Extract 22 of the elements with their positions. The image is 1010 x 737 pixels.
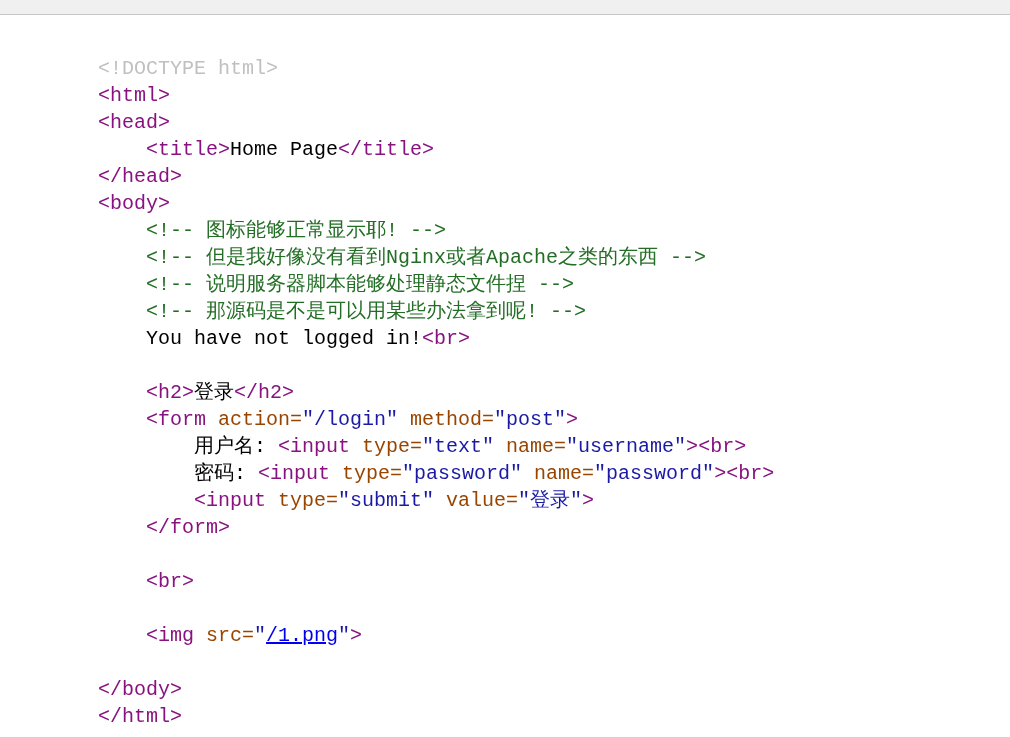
code-line: <!-- 图标能够正常显示耶! --> bbox=[146, 219, 447, 242]
code-line: <br> bbox=[146, 570, 194, 593]
code-line: <form action="/login" method="post"> bbox=[146, 408, 579, 431]
code-line: </head> bbox=[98, 165, 182, 188]
code-line: <h2>登录</h2> bbox=[146, 381, 295, 404]
code-line: <html> bbox=[98, 84, 170, 107]
code-line: <!-- 那源码是不是可以用某些办法拿到呢! --> bbox=[146, 300, 587, 323]
code-line: </body> bbox=[98, 678, 182, 701]
code-line: <input type="submit" value="登录"> bbox=[194, 489, 595, 512]
code-line: 密码: <input type="password" name="password"><br> bbox=[194, 462, 775, 485]
code-line: You have not logged in!<br> bbox=[146, 327, 471, 350]
code-line: </html> bbox=[98, 705, 182, 728]
source-link[interactable]: /1.png bbox=[266, 624, 339, 647]
code-line: 用户名: <input type="text" name="username"><br> bbox=[194, 435, 747, 458]
code-line: <!DOCTYPE html> bbox=[98, 57, 279, 80]
code-line: <body> bbox=[98, 192, 170, 215]
code-line: <img src="/1.png"> bbox=[146, 624, 363, 647]
code-line: <title>Home Page</title> bbox=[146, 138, 435, 161]
code-line: <!-- 说明服务器脚本能够处理静态文件捏 --> bbox=[146, 273, 575, 296]
code-line: </form> bbox=[146, 516, 230, 539]
code-line: <head> bbox=[98, 111, 170, 134]
code-line: <!-- 但是我好像没有看到Nginx或者Apache之类的东西 --> bbox=[146, 246, 707, 269]
